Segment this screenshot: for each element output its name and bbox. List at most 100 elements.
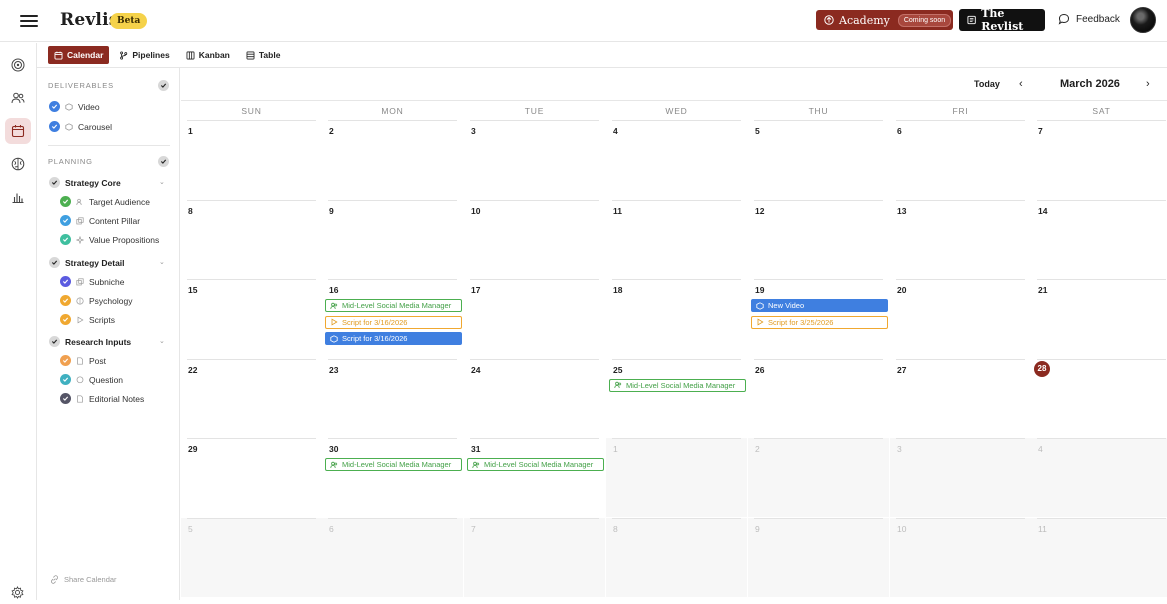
calendar-event[interactable]: Mid-Level Social Media Manager: [609, 378, 746, 392]
filter-post[interactable]: Post: [60, 355, 106, 366]
calendar-day-cell[interactable]: 14: [1031, 199, 1167, 279]
divider: [328, 120, 457, 121]
calendar-event[interactable]: Mid-Level Social Media Manager: [467, 458, 604, 472]
calendar-day-cell[interactable]: 3: [464, 120, 605, 199]
share-calendar-link[interactable]: Share Calendar: [50, 575, 117, 584]
calendar-day-cell[interactable]: 25: [606, 358, 747, 438]
calendar-day-cell[interactable]: 1: [181, 120, 322, 199]
calendar-day-cell[interactable]: 26: [748, 358, 889, 438]
day-number: 23: [329, 364, 339, 375]
calendar-day-cell[interactable]: 23: [322, 358, 463, 438]
revlist-button[interactable]: The Revlist: [959, 7, 1045, 33]
rail-calendar[interactable]: [5, 118, 31, 144]
user-avatar[interactable]: [1130, 7, 1156, 33]
calendar-day-cell[interactable]: 5: [181, 518, 322, 597]
chevron-down-icon[interactable]: ⌄: [159, 258, 165, 266]
tab-calendar[interactable]: Calendar: [48, 46, 110, 64]
tab-kanban[interactable]: Kanban: [180, 46, 236, 64]
event-title: Script for 3/16/2026: [342, 317, 408, 327]
today-button[interactable]: Today: [974, 79, 1000, 89]
calendar-day-cell[interactable]: 11: [1031, 518, 1167, 597]
planning-toggle-all[interactable]: [158, 156, 169, 167]
calendar-day-cell[interactable]: 4: [1031, 438, 1167, 518]
calendar-day-cell[interactable]: 11: [606, 199, 747, 279]
group-strategy-core[interactable]: Strategy Core: [49, 177, 121, 188]
tab-table[interactable]: Table: [240, 46, 287, 64]
checkbox-checked: [60, 215, 71, 226]
group-strategy-detail[interactable]: Strategy Detail: [49, 257, 125, 268]
filter-subniche[interactable]: Subniche: [60, 276, 124, 287]
chevron-down-icon[interactable]: ⌄: [159, 337, 165, 345]
calendar-day-cell[interactable]: 2: [748, 438, 889, 518]
calendar-day-cell[interactable]: 7: [464, 518, 605, 597]
calendar-day-cell[interactable]: 6: [890, 120, 1031, 199]
calendar-day-cell[interactable]: 4: [606, 120, 747, 199]
filter-scripts[interactable]: Scripts: [60, 314, 115, 325]
academy-button[interactable]: Academy Coming soon: [816, 10, 953, 30]
feedback-button[interactable]: Feedback: [1058, 13, 1120, 25]
checkbox-checked: [60, 295, 71, 306]
calendar-day-cell[interactable]: 21: [1031, 279, 1167, 358]
calendar-day-cell[interactable]: 8: [181, 199, 322, 279]
filter-question[interactable]: Question: [60, 374, 123, 385]
day-number: 30: [329, 444, 339, 455]
calendar-event[interactable]: New Video: [751, 299, 888, 313]
calendar-day-cell[interactable]: 2: [322, 120, 463, 199]
calendar-day-cell[interactable]: 30: [322, 438, 463, 517]
calendar-day-cell[interactable]: 3: [890, 438, 1031, 518]
filter-psychology[interactable]: Psychology: [60, 295, 132, 306]
calendar-day-cell[interactable]: 24: [464, 358, 605, 438]
rail-audience[interactable]: [5, 85, 31, 111]
checkbox-checked: [49, 177, 60, 188]
calendar-day-cell[interactable]: 6: [322, 518, 463, 597]
filter-target-audience[interactable]: Target Audience: [60, 196, 150, 207]
calendar-day-cell[interactable]: 27: [890, 358, 1031, 438]
checkbox-checked: [49, 257, 60, 268]
calendar-day-cell[interactable]: 15: [181, 279, 322, 358]
calendar-event[interactable]: Script for 3/16/2026: [325, 315, 462, 329]
rail-research[interactable]: [5, 151, 31, 177]
calendar-day-cell[interactable]: 31: [464, 438, 605, 517]
day-number: 1: [188, 126, 193, 136]
filter-value-propositions[interactable]: Value Propositions: [60, 234, 159, 245]
calendar-day-cell[interactable]: 29: [181, 438, 322, 517]
rail-strategy[interactable]: [5, 52, 31, 78]
calendar-day-cell[interactable]: 10: [890, 518, 1031, 597]
rail-analytics[interactable]: [5, 184, 31, 210]
settings-button[interactable]: [11, 585, 24, 604]
filter-content-pillar[interactable]: Content Pillar: [60, 215, 140, 226]
calendar-day-cell[interactable]: 13: [890, 199, 1031, 279]
calendar-day-cell[interactable]: 20: [890, 279, 1031, 358]
calendar-event[interactable]: Mid-Level Social Media Manager: [325, 458, 462, 472]
calendar-day-cell[interactable]: 7: [1031, 120, 1167, 199]
tab-pipelines[interactable]: Pipelines: [113, 46, 175, 64]
calendar-day-cell[interactable]: 28: [1031, 358, 1167, 438]
calendar-day-cell[interactable]: 17: [464, 279, 605, 358]
deliverables-toggle-all[interactable]: [158, 80, 169, 91]
filter-carousel[interactable]: Carousel: [49, 121, 112, 132]
calendar-day-cell[interactable]: 8: [606, 518, 747, 597]
calendar-event[interactable]: Script for 3/25/2026: [751, 315, 888, 329]
calendar-event[interactable]: Script for 3/16/2026: [325, 332, 462, 346]
filter-editorial-notes[interactable]: Editorial Notes: [60, 393, 144, 404]
calendar-day-cell[interactable]: 1: [606, 438, 747, 518]
chevron-down-icon[interactable]: ⌄: [159, 178, 165, 186]
filter-panel: DELIVERABLES Video Carousel PLANNING Str…: [38, 68, 180, 600]
calendar-day-cell[interactable]: 9: [748, 518, 889, 597]
calendar-day-cell[interactable]: 9: [322, 199, 463, 279]
calendar-day-cell[interactable]: 18: [606, 279, 747, 358]
chevron-left-icon[interactable]: ‹: [1019, 78, 1023, 90]
group-research-inputs[interactable]: Research Inputs: [49, 336, 131, 347]
filter-video[interactable]: Video: [49, 101, 100, 112]
day-number: 25: [613, 364, 623, 375]
chat-bubble-icon: [1058, 13, 1070, 25]
calendar-day-cell[interactable]: 12: [748, 199, 889, 279]
tab-label: Kanban: [198, 50, 230, 60]
calendar-day-cell[interactable]: 10: [464, 199, 605, 279]
chevron-right-icon[interactable]: ›: [1146, 78, 1150, 90]
calendar-event[interactable]: Mid-Level Social Media Manager: [325, 299, 462, 313]
feedback-label: Feedback: [1076, 13, 1120, 25]
calendar-day-cell[interactable]: 5: [748, 120, 889, 199]
hamburger-menu-icon[interactable]: [20, 12, 38, 30]
calendar-day-cell[interactable]: 22: [181, 358, 322, 438]
